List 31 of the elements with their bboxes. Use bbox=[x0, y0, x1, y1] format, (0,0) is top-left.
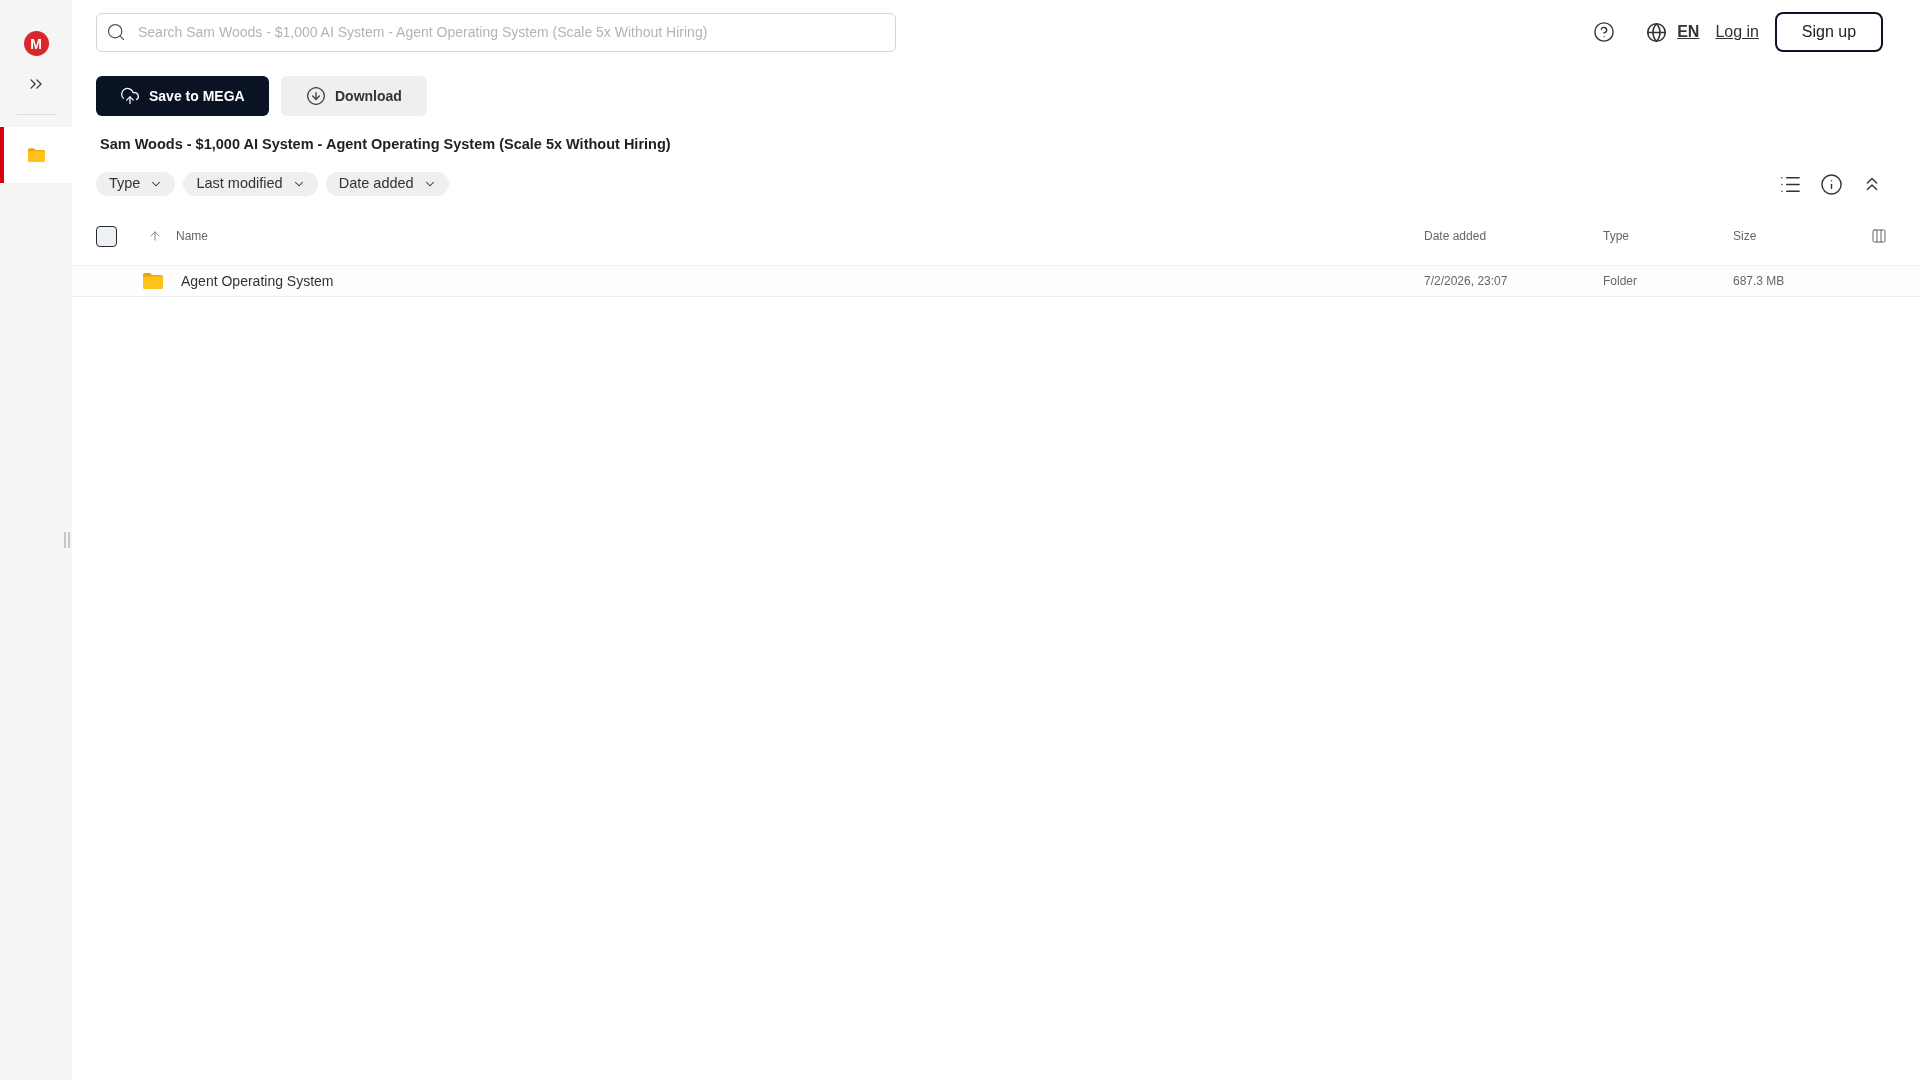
columns-icon[interactable] bbox=[1871, 228, 1887, 244]
table-cell-text: Folder bbox=[1603, 273, 1637, 290]
sidebar-item[interactable] bbox=[0, 127, 72, 183]
language-link[interactable]: EN bbox=[1677, 20, 1700, 44]
table-cell-text: 687.3 MB bbox=[1733, 273, 1785, 290]
column-header[interactable]: Type bbox=[1603, 227, 1629, 245]
help-icon[interactable] bbox=[1593, 21, 1616, 43]
filter-dropdown[interactable]: Type bbox=[96, 172, 176, 196]
resize-handle-icon[interactable] bbox=[64, 532, 70, 548]
globe-icon[interactable] bbox=[1646, 21, 1668, 43]
filter-dropdown[interactable]: Last modified bbox=[183, 172, 318, 196]
info-icon[interactable] bbox=[1820, 172, 1843, 196]
download-icon bbox=[306, 86, 326, 106]
select-all-checkbox[interactable] bbox=[96, 225, 117, 247]
signup-button[interactable]: Sign up bbox=[1775, 12, 1883, 52]
column-header[interactable]: Date added bbox=[1424, 227, 1487, 245]
cloud-upload-icon bbox=[120, 86, 140, 106]
login-link[interactable]: Log in bbox=[1715, 20, 1759, 44]
column-header[interactable]: Name bbox=[176, 227, 208, 245]
search-field[interactable]: Search Sam Woods - $1,000 AI System - Agent Operating System (Scale 5x Without Hiring) bbox=[96, 12, 896, 52]
filter-dropdown[interactable]: Date added bbox=[325, 172, 449, 196]
save-button[interactable]: Save to MEGA bbox=[96, 76, 269, 116]
folder-icon bbox=[143, 273, 163, 289]
search-icon bbox=[106, 21, 126, 42]
folder-title: Sam Woods - $1,000 AI System - Agent Operating System (Scale 5x Without Hiring) bbox=[100, 135, 671, 155]
folder-icon bbox=[27, 148, 45, 162]
download-button[interactable]: Download bbox=[281, 76, 427, 116]
table-cell-text: 7/2/2026, 23:07 bbox=[1424, 273, 1508, 290]
logo[interactable]: M bbox=[23, 31, 49, 56]
file-name: Agent Operating System bbox=[181, 271, 334, 291]
column-header[interactable]: Size bbox=[1733, 227, 1757, 245]
